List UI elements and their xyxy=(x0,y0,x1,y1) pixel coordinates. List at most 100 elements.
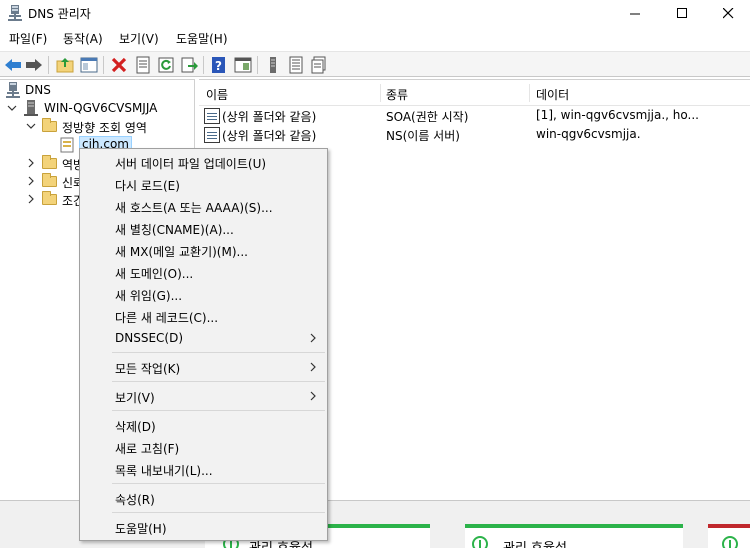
status-ok-icon xyxy=(722,536,738,548)
table-row[interactable]: (상위 폴더와 같음) SOA(권한 시작) [1], win-qgv6cvsm… xyxy=(199,107,750,125)
dns-app-icon xyxy=(8,5,22,21)
properties-icon[interactable] xyxy=(134,56,152,74)
svg-text:?: ? xyxy=(215,59,222,73)
menu-item-label: 보기(V) xyxy=(115,391,155,405)
menu-item-label: 새 호스트(A 또는 AAAA)(S)... xyxy=(115,201,273,215)
title-bar: DNS 관리자 xyxy=(0,0,750,26)
server-icon[interactable] xyxy=(264,56,282,74)
context-menu: 서버 데이터 파일 업데이트(U) 다시 로드(E) 새 호스트(A 또는 AA… xyxy=(79,148,328,541)
menu-item-dnssec[interactable]: DNSSEC(D) xyxy=(80,327,327,349)
toolbar: ? xyxy=(0,51,750,77)
up-folder-icon[interactable] xyxy=(56,56,74,74)
menu-item-refresh[interactable]: 새로 고침(F) xyxy=(80,436,327,458)
menu-bar: 파일(F) 동작(A) 보기(V) 도움말(H) xyxy=(0,28,750,48)
submenu-arrow-icon xyxy=(310,333,316,343)
menu-item-label: 서버 데이터 파일 업데이트(U) xyxy=(115,157,267,171)
folder-icon xyxy=(42,191,57,205)
dashboard-tile[interactable]: 관리 효율성 xyxy=(465,524,683,548)
chevron-right-icon[interactable] xyxy=(26,176,36,186)
chevron-down-icon[interactable] xyxy=(7,103,17,113)
column-header-data[interactable]: 데이터 xyxy=(536,86,569,103)
menu-item-new-delegation[interactable]: 새 위임(G)... xyxy=(80,283,327,305)
close-button[interactable] xyxy=(705,0,750,26)
menu-item-label: 새 MX(메일 교환기)(M)... xyxy=(115,245,248,259)
menu-item-label: 도움말(H) xyxy=(115,522,167,536)
menu-item-label: 새 위임(G)... xyxy=(115,289,183,303)
menu-item-new-mx[interactable]: 새 MX(메일 교환기)(M)... xyxy=(80,239,327,261)
menu-help[interactable]: 도움말(H) xyxy=(176,30,228,47)
server-icon xyxy=(24,100,38,116)
folder-icon xyxy=(42,173,57,187)
record-data: [1], win-qgv6cvsmjja., ho... xyxy=(536,108,699,122)
menu-item-export-list[interactable]: 목록 내보내기(L)... xyxy=(80,458,327,480)
menu-item-properties[interactable]: 속성(R) xyxy=(80,487,327,509)
status-ok-icon xyxy=(472,536,488,548)
submenu-arrow-icon xyxy=(310,391,316,401)
column-header-row: 이름 종류 데이터 xyxy=(199,80,750,106)
menu-item-new-domain[interactable]: 새 도메인(O)... xyxy=(80,261,327,283)
maximize-icon xyxy=(676,7,687,18)
menu-item-label: 목록 내보내기(L)... xyxy=(115,464,213,478)
tree-label-dns: DNS xyxy=(25,83,51,97)
tree-item-forward-zones[interactable]: 정방향 조회 영역 xyxy=(0,117,195,135)
record-name: (상위 폴더와 같음) xyxy=(222,110,317,124)
list-icon[interactable] xyxy=(287,56,305,74)
record-icon xyxy=(204,127,220,143)
menu-item-label: 새 도메인(O)... xyxy=(115,267,194,281)
folder-icon xyxy=(42,118,57,132)
show-tree-icon[interactable] xyxy=(80,56,98,74)
record-name: (상위 폴더와 같음) xyxy=(222,129,317,143)
chevron-right-icon[interactable] xyxy=(26,194,36,204)
tree-label-server: WIN-QGV6CVSMJJA xyxy=(44,101,158,115)
column-header-type[interactable]: 종류 xyxy=(386,86,408,103)
folder-icon xyxy=(42,155,57,169)
forward-icon[interactable] xyxy=(25,56,43,74)
chevron-down-icon[interactable] xyxy=(26,121,36,131)
back-icon[interactable] xyxy=(4,56,22,74)
record-icon xyxy=(204,108,220,124)
submenu-arrow-icon xyxy=(310,362,316,372)
close-icon xyxy=(722,7,733,18)
menu-item-delete[interactable]: 삭제(D) xyxy=(80,414,327,436)
menu-action[interactable]: 동작(A) xyxy=(63,30,103,47)
maximize-button[interactable] xyxy=(659,0,705,26)
console-icon[interactable] xyxy=(234,56,252,74)
menu-item-label: 삭제(D) xyxy=(115,420,156,434)
refresh-icon[interactable] xyxy=(157,56,175,74)
table-row[interactable]: (상위 폴더와 같음) NS(이름 서버) win-qgv6cvsmjja. xyxy=(199,126,750,144)
window-title: DNS 관리자 xyxy=(28,7,91,21)
menu-item-label: 모든 작업(K) xyxy=(115,362,181,376)
menu-item-view[interactable]: 보기(V) xyxy=(80,385,327,407)
export-icon[interactable] xyxy=(180,56,198,74)
menu-item-help[interactable]: 도움말(H) xyxy=(80,516,327,538)
zone-file-icon xyxy=(60,137,74,153)
menu-item-label: 속성(R) xyxy=(115,493,155,507)
menu-item-update-server-data[interactable]: 서버 데이터 파일 업데이트(U) xyxy=(80,151,327,173)
menu-item-new-alias[interactable]: 새 별칭(CNAME)(A)... xyxy=(80,217,327,239)
menu-item-other-new-records[interactable]: 다른 새 레코드(C)... xyxy=(80,305,327,327)
tree-item-dns[interactable]: DNS xyxy=(0,81,195,99)
menu-view[interactable]: 보기(V) xyxy=(119,30,159,47)
menu-item-all-tasks[interactable]: 모든 작업(K) xyxy=(80,356,327,378)
delete-icon[interactable] xyxy=(110,56,128,74)
tree-item-server[interactable]: WIN-QGV6CVSMJJA xyxy=(0,99,195,117)
column-header-name[interactable]: 이름 xyxy=(206,86,228,103)
menu-item-reload[interactable]: 다시 로드(E) xyxy=(80,173,327,195)
record-icon[interactable] xyxy=(310,56,328,74)
minimize-button[interactable] xyxy=(612,0,658,26)
record-data: win-qgv6cvsmjja. xyxy=(536,127,641,141)
menu-item-new-host[interactable]: 새 호스트(A 또는 AAAA)(S)... xyxy=(80,195,327,217)
dashboard-tile[interactable] xyxy=(708,524,750,548)
minimize-icon xyxy=(629,13,640,14)
help-icon[interactable]: ? xyxy=(210,56,228,74)
record-type: NS(이름 서버) xyxy=(386,129,460,143)
menu-item-label: 새 별칭(CNAME)(A)... xyxy=(115,223,234,237)
tile-label: 관리 효율성 xyxy=(503,537,567,548)
menu-file[interactable]: 파일(F) xyxy=(9,30,47,47)
chevron-right-icon[interactable] xyxy=(26,158,36,168)
menu-item-label: DNSSEC(D) xyxy=(115,331,184,345)
record-type: SOA(권한 시작) xyxy=(386,110,469,124)
menu-item-label: 다른 새 레코드(C)... xyxy=(115,311,219,325)
dns-icon xyxy=(6,82,20,98)
tree-label-forward-zones: 정방향 조회 영역 xyxy=(62,121,147,135)
